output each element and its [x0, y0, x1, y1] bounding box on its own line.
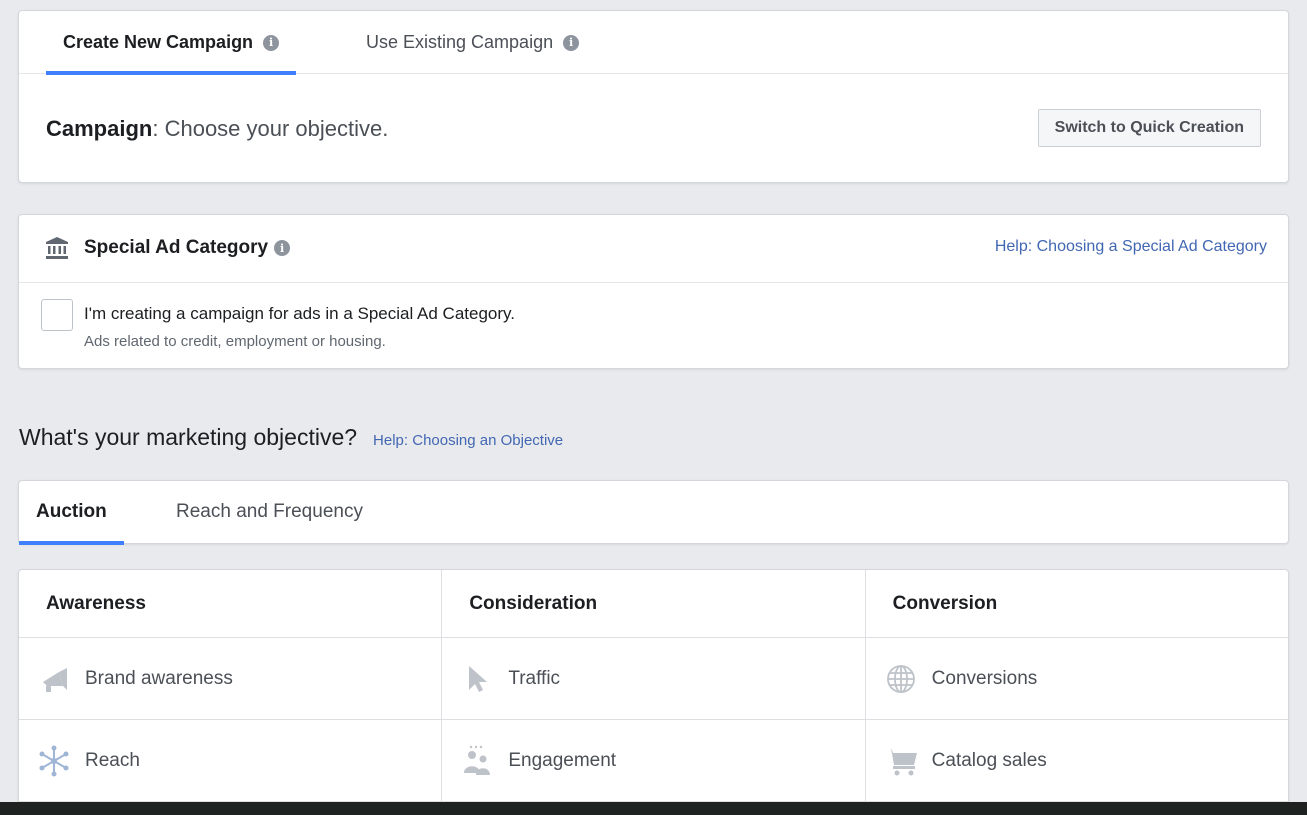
help-choosing-objective-link[interactable]: Help: Choosing an Objective	[373, 432, 563, 449]
objective-label: Traffic	[508, 667, 561, 689]
objective-conversions[interactable]: Conversions	[865, 638, 1288, 720]
tab-auction[interactable]: Auction	[19, 481, 124, 545]
objective-traffic[interactable]: Traffic	[442, 638, 865, 720]
tab-use-existing-campaign[interactable]: Use Existing Campaign i	[366, 11, 580, 74]
objective-brand-awareness[interactable]: Brand awareness	[19, 638, 442, 720]
special-ad-category-body: I'm creating a campaign for ads in a Spe…	[19, 283, 1288, 369]
info-icon[interactable]: i	[563, 34, 580, 51]
objective-label: Conversions	[931, 667, 1038, 689]
campaign-card: Create New Campaign i Use Existing Campa…	[18, 10, 1289, 183]
cursor-icon	[460, 662, 494, 696]
checkbox-label: I'm creating a campaign for ads in a Spe…	[84, 304, 515, 323]
objective-reach[interactable]: Reach	[19, 720, 442, 802]
info-icon[interactable]: i	[263, 34, 280, 51]
column-conversion: Conversion Conversions Catalog sales	[865, 570, 1288, 815]
objective-label: Catalog sales	[931, 749, 1047, 771]
campaign-label: Campaign: Choose your objective.	[46, 116, 388, 142]
switch-to-quick-creation-button[interactable]: Switch to Quick Creation	[1037, 109, 1261, 147]
campaign-tabs: Create New Campaign i Use Existing Campa…	[19, 11, 1288, 75]
tab-label: Create New Campaign	[63, 32, 254, 52]
bottom-dark-bar	[0, 802, 1307, 815]
column-consideration: Consideration Traffic Engagement	[442, 570, 866, 815]
bank-icon	[46, 237, 68, 259]
special-ad-category-title: Special Ad Category i	[84, 237, 291, 259]
special-title-text: Special Ad Category	[84, 237, 269, 258]
objective-engagement[interactable]: Engagement	[442, 720, 865, 802]
special-ad-category-header: Special Ad Category i Help: Choosing a S…	[19, 215, 1288, 283]
buying-type-tabs: Auction Reach and Frequency	[18, 480, 1289, 545]
objective-label: Brand awareness	[85, 667, 233, 689]
info-icon[interactable]: i	[274, 240, 291, 256]
objective-label: Engagement	[508, 749, 617, 771]
megaphone-icon	[37, 662, 71, 696]
reach-icon	[37, 744, 71, 778]
objective-label: Reach	[85, 749, 140, 771]
column-header: Awareness	[19, 570, 442, 638]
tab-create-new-campaign[interactable]: Create New Campaign i	[46, 11, 297, 75]
tab-reach-and-frequency[interactable]: Reach and Frequency	[176, 481, 363, 543]
objectives-grid: Awareness Brand awareness Reach Consider…	[18, 569, 1289, 815]
campaign-objective-row: Campaign: Choose your objective. Switch …	[19, 74, 1288, 182]
objective-catalog-sales[interactable]: Catalog sales	[865, 720, 1288, 802]
cart-icon	[884, 744, 918, 778]
special-ad-category-card: Special Ad Category i Help: Choosing a S…	[18, 214, 1289, 369]
checkbox-sublabel: Ads related to credit, employment or hou…	[84, 333, 386, 350]
help-special-ad-category-link[interactable]: Help: Choosing a Special Ad Category	[995, 238, 1267, 256]
campaign-label-bold: Campaign	[46, 116, 153, 141]
special-ad-category-checkbox[interactable]	[41, 299, 73, 331]
marketing-objective-heading: What's your marketing objective? Help: C…	[19, 424, 563, 451]
globe-icon	[884, 662, 918, 696]
column-awareness: Awareness Brand awareness Reach	[19, 570, 443, 815]
campaign-label-rest: : Choose your objective.	[152, 116, 389, 141]
tab-label: Use Existing Campaign	[366, 32, 554, 52]
column-header: Consideration	[442, 570, 865, 638]
column-header: Conversion	[865, 570, 1288, 638]
objective-question: What's your marketing objective?	[19, 424, 358, 450]
people-icon	[460, 744, 494, 778]
